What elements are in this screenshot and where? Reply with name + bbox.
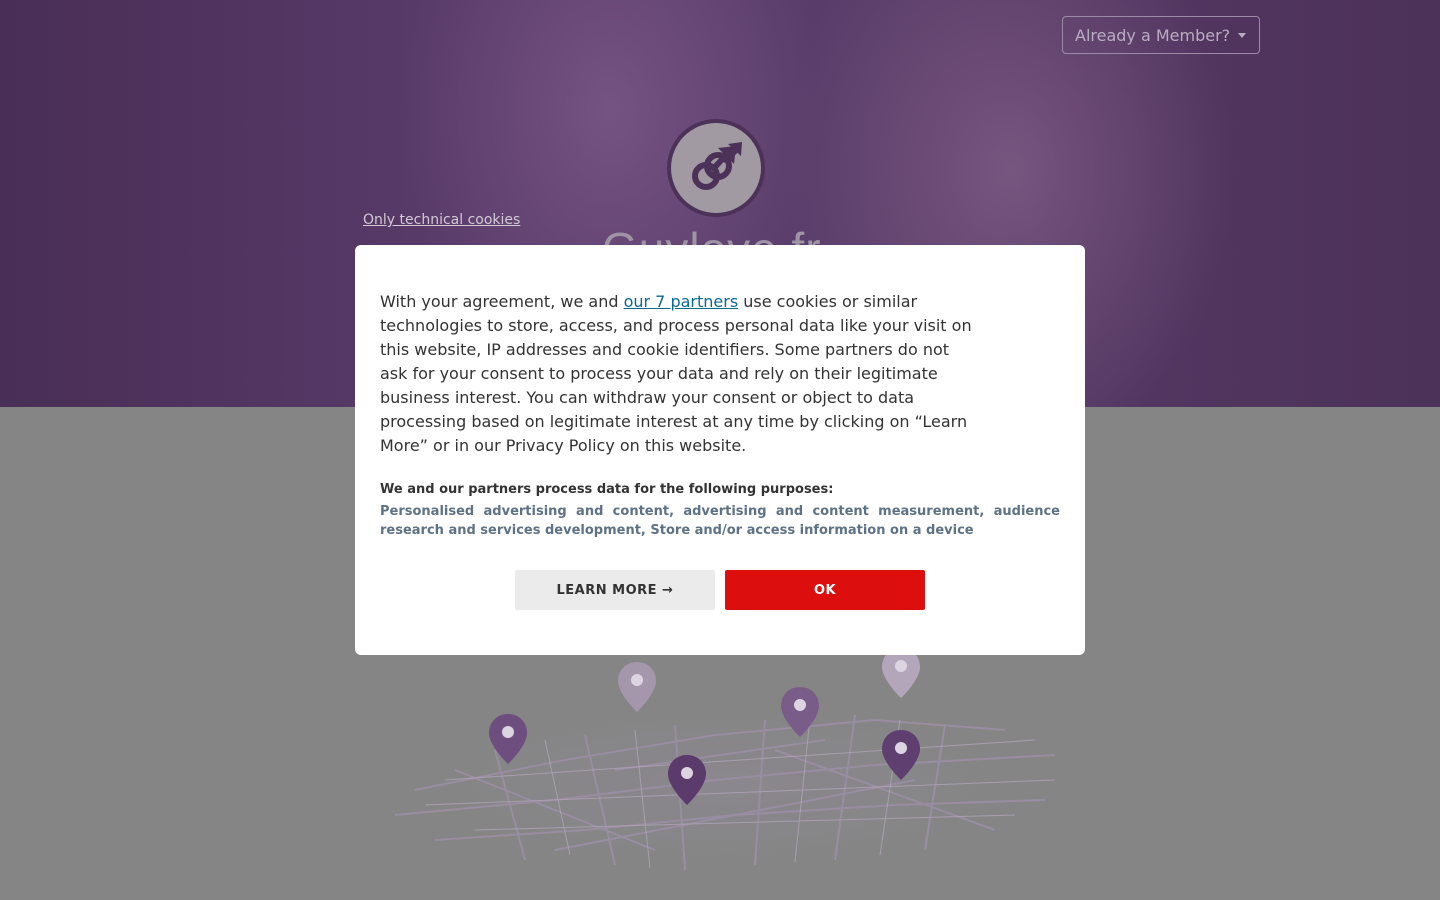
ok-button[interactable]: OK bbox=[725, 570, 925, 610]
purposes-list: Personalised advertising and content, ad… bbox=[380, 504, 1060, 538]
caret-down-icon bbox=[1238, 33, 1246, 38]
consent-description: With your agreement, we and our 7 partne… bbox=[380, 290, 980, 458]
logo-circle bbox=[671, 123, 761, 213]
cookie-consent-dialog: With your agreement, we and our 7 partne… bbox=[355, 245, 1085, 655]
learn-more-button[interactable]: LEARN MORE → bbox=[515, 570, 715, 610]
consent-text-start: With your agreement, we and bbox=[380, 292, 624, 311]
partners-link[interactable]: our 7 partners bbox=[624, 292, 739, 311]
already-member-dropdown-button[interactable]: Already a Member? bbox=[1062, 16, 1260, 54]
male-male-symbol-icon bbox=[692, 142, 742, 190]
purposes-title: We and our partners process data for the… bbox=[380, 482, 834, 497]
only-technical-cookies-link[interactable]: Only technical cookies bbox=[363, 212, 520, 228]
consent-text-end: use cookies or similar technologies to s… bbox=[380, 292, 972, 455]
city-map-illustration bbox=[355, 648, 1095, 875]
site-logo bbox=[667, 119, 765, 217]
already-member-label: Already a Member? bbox=[1075, 25, 1231, 45]
consent-buttons: LEARN MORE → OK bbox=[355, 570, 1085, 610]
